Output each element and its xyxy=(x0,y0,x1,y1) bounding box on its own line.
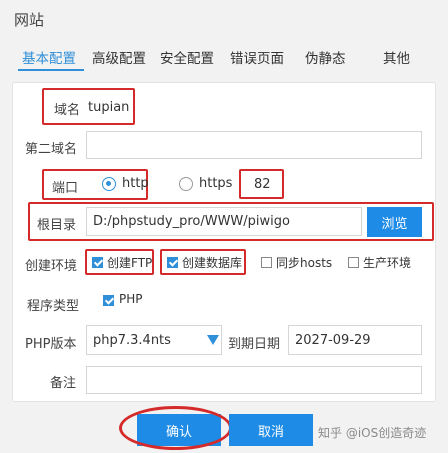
root-label: 根目录 xyxy=(37,218,77,233)
watermark: 知乎 @iOS创造奇迹 xyxy=(318,426,427,440)
tab-basic[interactable]: 基本配置 xyxy=(22,47,76,67)
window-title: 网站 xyxy=(14,11,45,29)
tab-bar: 基本配置 高级配置 安全配置 错误页面 伪静态 其他 xyxy=(0,40,448,71)
program-label: 程序类型 xyxy=(27,299,80,314)
expire-input[interactable]: 2027-09-29 xyxy=(288,325,422,355)
port-input[interactable]: 82 xyxy=(244,172,280,196)
checkbox-production-label: 生产环境 xyxy=(363,256,412,270)
active-tab-indicator xyxy=(18,69,84,71)
tab-error-pages[interactable]: 错误页面 xyxy=(230,47,284,67)
browse-button[interactable]: 浏览 xyxy=(367,207,422,237)
chevron-down-icon[interactable] xyxy=(207,335,219,345)
checkbox-hosts-label: 同步hosts xyxy=(276,256,333,270)
checkbox-php[interactable] xyxy=(103,295,114,306)
second-domain-label: 第二域名 xyxy=(25,142,78,157)
tab-other[interactable]: 其他 xyxy=(383,47,410,67)
checkbox-ftp[interactable] xyxy=(92,257,103,268)
domain-input[interactable]: tupian xyxy=(86,93,130,121)
tab-advanced[interactable]: 高级配置 xyxy=(92,47,146,67)
second-domain-input[interactable] xyxy=(86,131,422,159)
checkbox-php-label: PHP xyxy=(119,292,143,306)
radio-http[interactable] xyxy=(102,177,116,191)
remark-label: 备注 xyxy=(50,376,77,391)
domain-label: 域名 xyxy=(54,103,81,118)
radio-https-label: https xyxy=(199,176,233,191)
env-label: 创建环境 xyxy=(25,259,78,274)
tab-security[interactable]: 安全配置 xyxy=(160,47,214,67)
php-select-value: php7.3.4nts xyxy=(93,332,171,348)
checkbox-db-label: 创建数据库 xyxy=(182,256,243,270)
tab-rewrite[interactable]: 伪静态 xyxy=(305,47,346,67)
annotation-confirm-ellipse xyxy=(119,406,232,450)
php-label: PHP版本 xyxy=(25,337,77,352)
cancel-button[interactable]: 取消 xyxy=(229,414,313,446)
php-select[interactable]: php7.3.4nts xyxy=(86,325,222,355)
radio-https[interactable] xyxy=(179,177,193,191)
checkbox-production[interactable] xyxy=(348,257,359,268)
expire-label: 到期日期 xyxy=(228,337,281,352)
checkbox-ftp-label: 创建FTP xyxy=(107,256,153,270)
port-label: 端口 xyxy=(52,181,79,196)
checkbox-db[interactable] xyxy=(167,257,178,268)
checkbox-hosts[interactable] xyxy=(261,257,272,268)
radio-http-label: http xyxy=(122,176,149,191)
remark-input[interactable] xyxy=(86,366,422,394)
root-input[interactable]: D:/phpstudy_pro/WWW/piwigo xyxy=(86,207,362,236)
